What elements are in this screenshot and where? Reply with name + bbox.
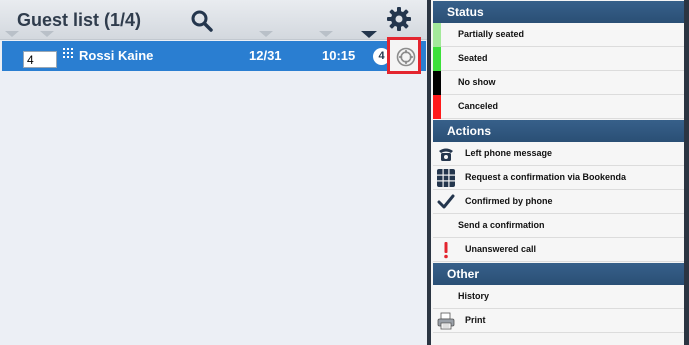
guest-list-title: Guest list (1/4) <box>17 10 142 30</box>
phone-icon <box>439 148 453 161</box>
other-item-label: History <box>458 291 490 301</box>
grid-icon <box>63 48 73 58</box>
status-item-canceled[interactable]: Canceled <box>433 95 684 119</box>
status-item-seated[interactable]: Seated <box>433 47 684 71</box>
action-item-label: Unanswered call <box>465 244 537 254</box>
other-item-label: Print <box>465 315 486 325</box>
sort-arrow-time[interactable] <box>319 31 333 37</box>
status-section-header: Status <box>433 1 684 23</box>
sort-arrow-party[interactable] <box>5 31 19 37</box>
sort-arrow-name[interactable] <box>40 31 54 37</box>
party-size-input[interactable] <box>23 51 57 68</box>
other-print[interactable]: Print <box>433 309 684 333</box>
guest-date: 12/31 <box>249 48 282 63</box>
guest-row[interactable]: Rossi Kaine 12/31 10:15 4 <box>2 41 426 71</box>
window-edge <box>684 0 689 345</box>
status-color-swatch <box>433 47 441 71</box>
status-gear-icon <box>396 47 416 67</box>
guest-list-header: Guest list (1/4) <box>0 0 427 40</box>
status-item-label: Seated <box>458 53 488 63</box>
action-item-label: Left phone message <box>465 148 553 158</box>
guest-list-panel: Guest list (1/4) 4 Rossi Kaine 12/31 10:… <box>0 0 427 345</box>
status-item-label: Canceled <box>458 101 499 111</box>
status-gear-button[interactable] <box>387 37 421 74</box>
checkmark-icon <box>437 194 455 209</box>
search-icon[interactable] <box>190 9 214 33</box>
action-confirmed-by-phone[interactable]: Confirmed by phone <box>433 190 684 214</box>
other-section-header: Other <box>433 263 684 285</box>
status-color-swatch <box>433 71 441 95</box>
status-color-swatch <box>433 95 441 119</box>
grid-icon <box>437 169 455 187</box>
sort-arrow-date[interactable] <box>259 31 273 37</box>
action-left-phone-message[interactable]: Left phone message <box>433 142 684 166</box>
status-color-swatch <box>433 23 441 47</box>
guest-name: Rossi Kaine <box>79 48 154 63</box>
action-item-label: Confirmed by phone <box>465 196 553 206</box>
action-item-label: Request a confirmation via Bookenda <box>465 172 627 182</box>
gear-icon[interactable] <box>386 6 412 32</box>
sort-arrow-guests[interactable] <box>361 31 377 38</box>
other-history[interactable]: History <box>433 285 684 309</box>
status-item-no-show[interactable]: No show <box>433 71 684 95</box>
exclamation-icon <box>444 242 448 259</box>
status-item-label: No show <box>458 77 496 87</box>
action-send-confirmation[interactable]: Send a confirmation <box>433 214 684 238</box>
action-item-label: Send a confirmation <box>458 220 545 230</box>
action-unanswered-call[interactable]: Unanswered call <box>433 238 684 262</box>
action-request-confirmation-bookenda[interactable]: Request a confirmation via Bookenda <box>433 166 684 190</box>
status-item-label: Partially seated <box>458 29 525 39</box>
printer-icon <box>437 312 455 330</box>
status-actions-panel: Status Partially seated Seated No show C… <box>431 0 684 345</box>
status-item-partially-seated[interactable]: Partially seated <box>433 23 684 47</box>
guest-time: 10:15 <box>322 48 356 63</box>
actions-section-header: Actions <box>433 120 684 142</box>
